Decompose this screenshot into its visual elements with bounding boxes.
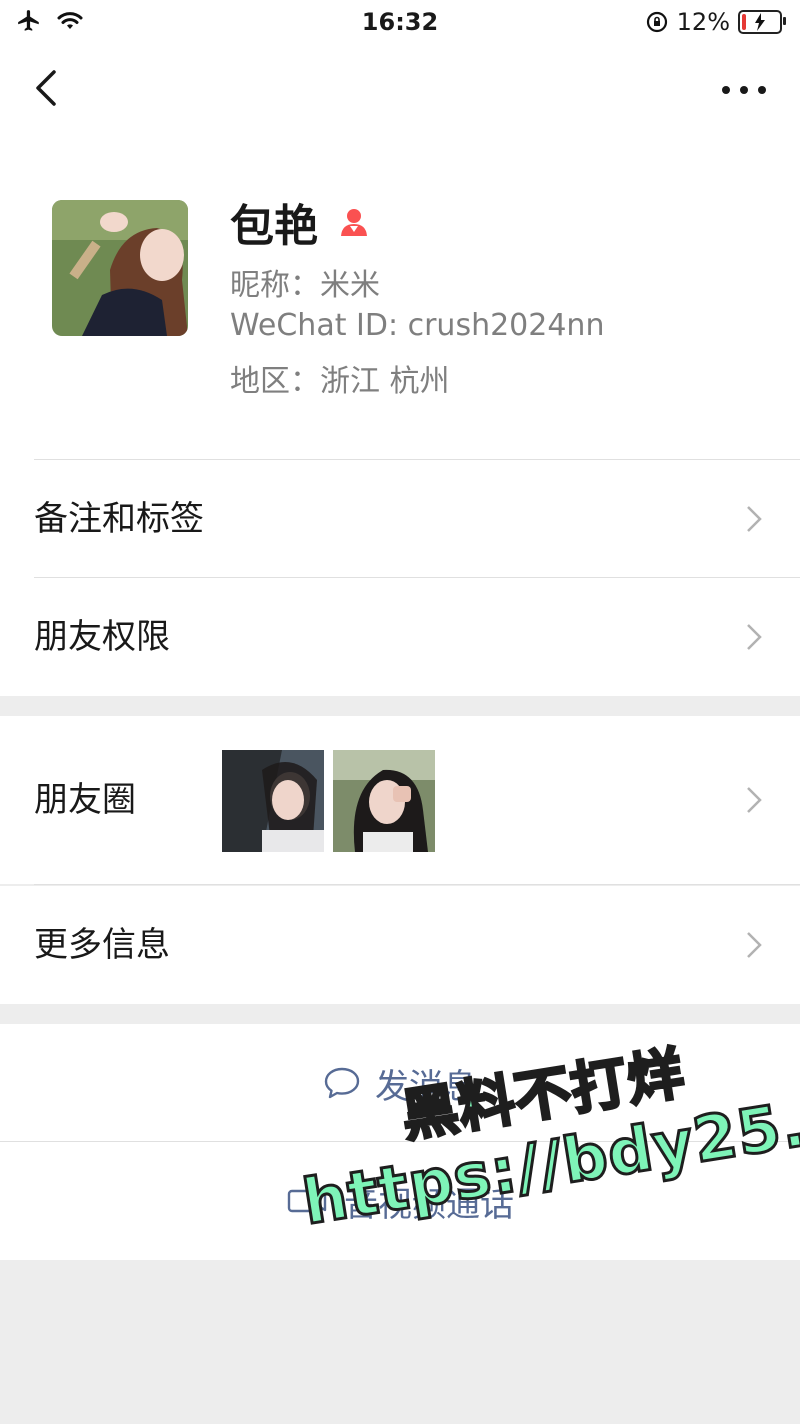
more-options-icon[interactable]: [712, 66, 776, 114]
back-arrow-icon[interactable]: [24, 64, 72, 112]
chat-bubble-icon: [324, 1067, 360, 1099]
friend-permissions-row[interactable]: 朋友权限: [0, 578, 800, 696]
divider: [34, 884, 800, 885]
battery-percent: 12%: [676, 8, 730, 36]
wechat-id-text: WeChat ID: crush2024nn: [230, 308, 605, 343]
remark-and-tags-label: 备注和标签: [34, 499, 204, 539]
more-info-label: 更多信息: [34, 925, 170, 965]
moments-photo-thumbnail: [222, 750, 324, 852]
navigation-bar: [0, 44, 800, 136]
profile-header: 包艳 昵称：米米 WeChat ID: crush2024nn 地区：浙江 杭州: [0, 136, 800, 460]
chevron-right-icon: [747, 624, 762, 650]
friend-permissions-label: 朋友权限: [34, 617, 170, 657]
contact-name: 包艳: [230, 201, 318, 252]
status-bar: 16:32 12%: [0, 0, 800, 44]
moments-label: 朋友圈: [34, 780, 136, 820]
moments-photo-thumbnail: [333, 750, 435, 852]
remark-and-tags-row[interactable]: 备注和标签: [0, 460, 800, 578]
female-gender-icon: [341, 209, 367, 236]
battery-icon: [738, 10, 786, 34]
nickname-text: 昵称：米米: [230, 268, 380, 303]
chevron-right-icon: [747, 932, 762, 958]
avatar[interactable]: [52, 200, 188, 336]
region-text: 地区：浙江 杭州: [230, 364, 450, 399]
chevron-right-icon: [747, 506, 762, 532]
chevron-right-icon: [747, 787, 762, 813]
rotation-lock-icon: [646, 11, 667, 33]
moments-row[interactable]: 朋友圈: [0, 716, 800, 885]
more-info-row[interactable]: 更多信息: [0, 886, 800, 1004]
